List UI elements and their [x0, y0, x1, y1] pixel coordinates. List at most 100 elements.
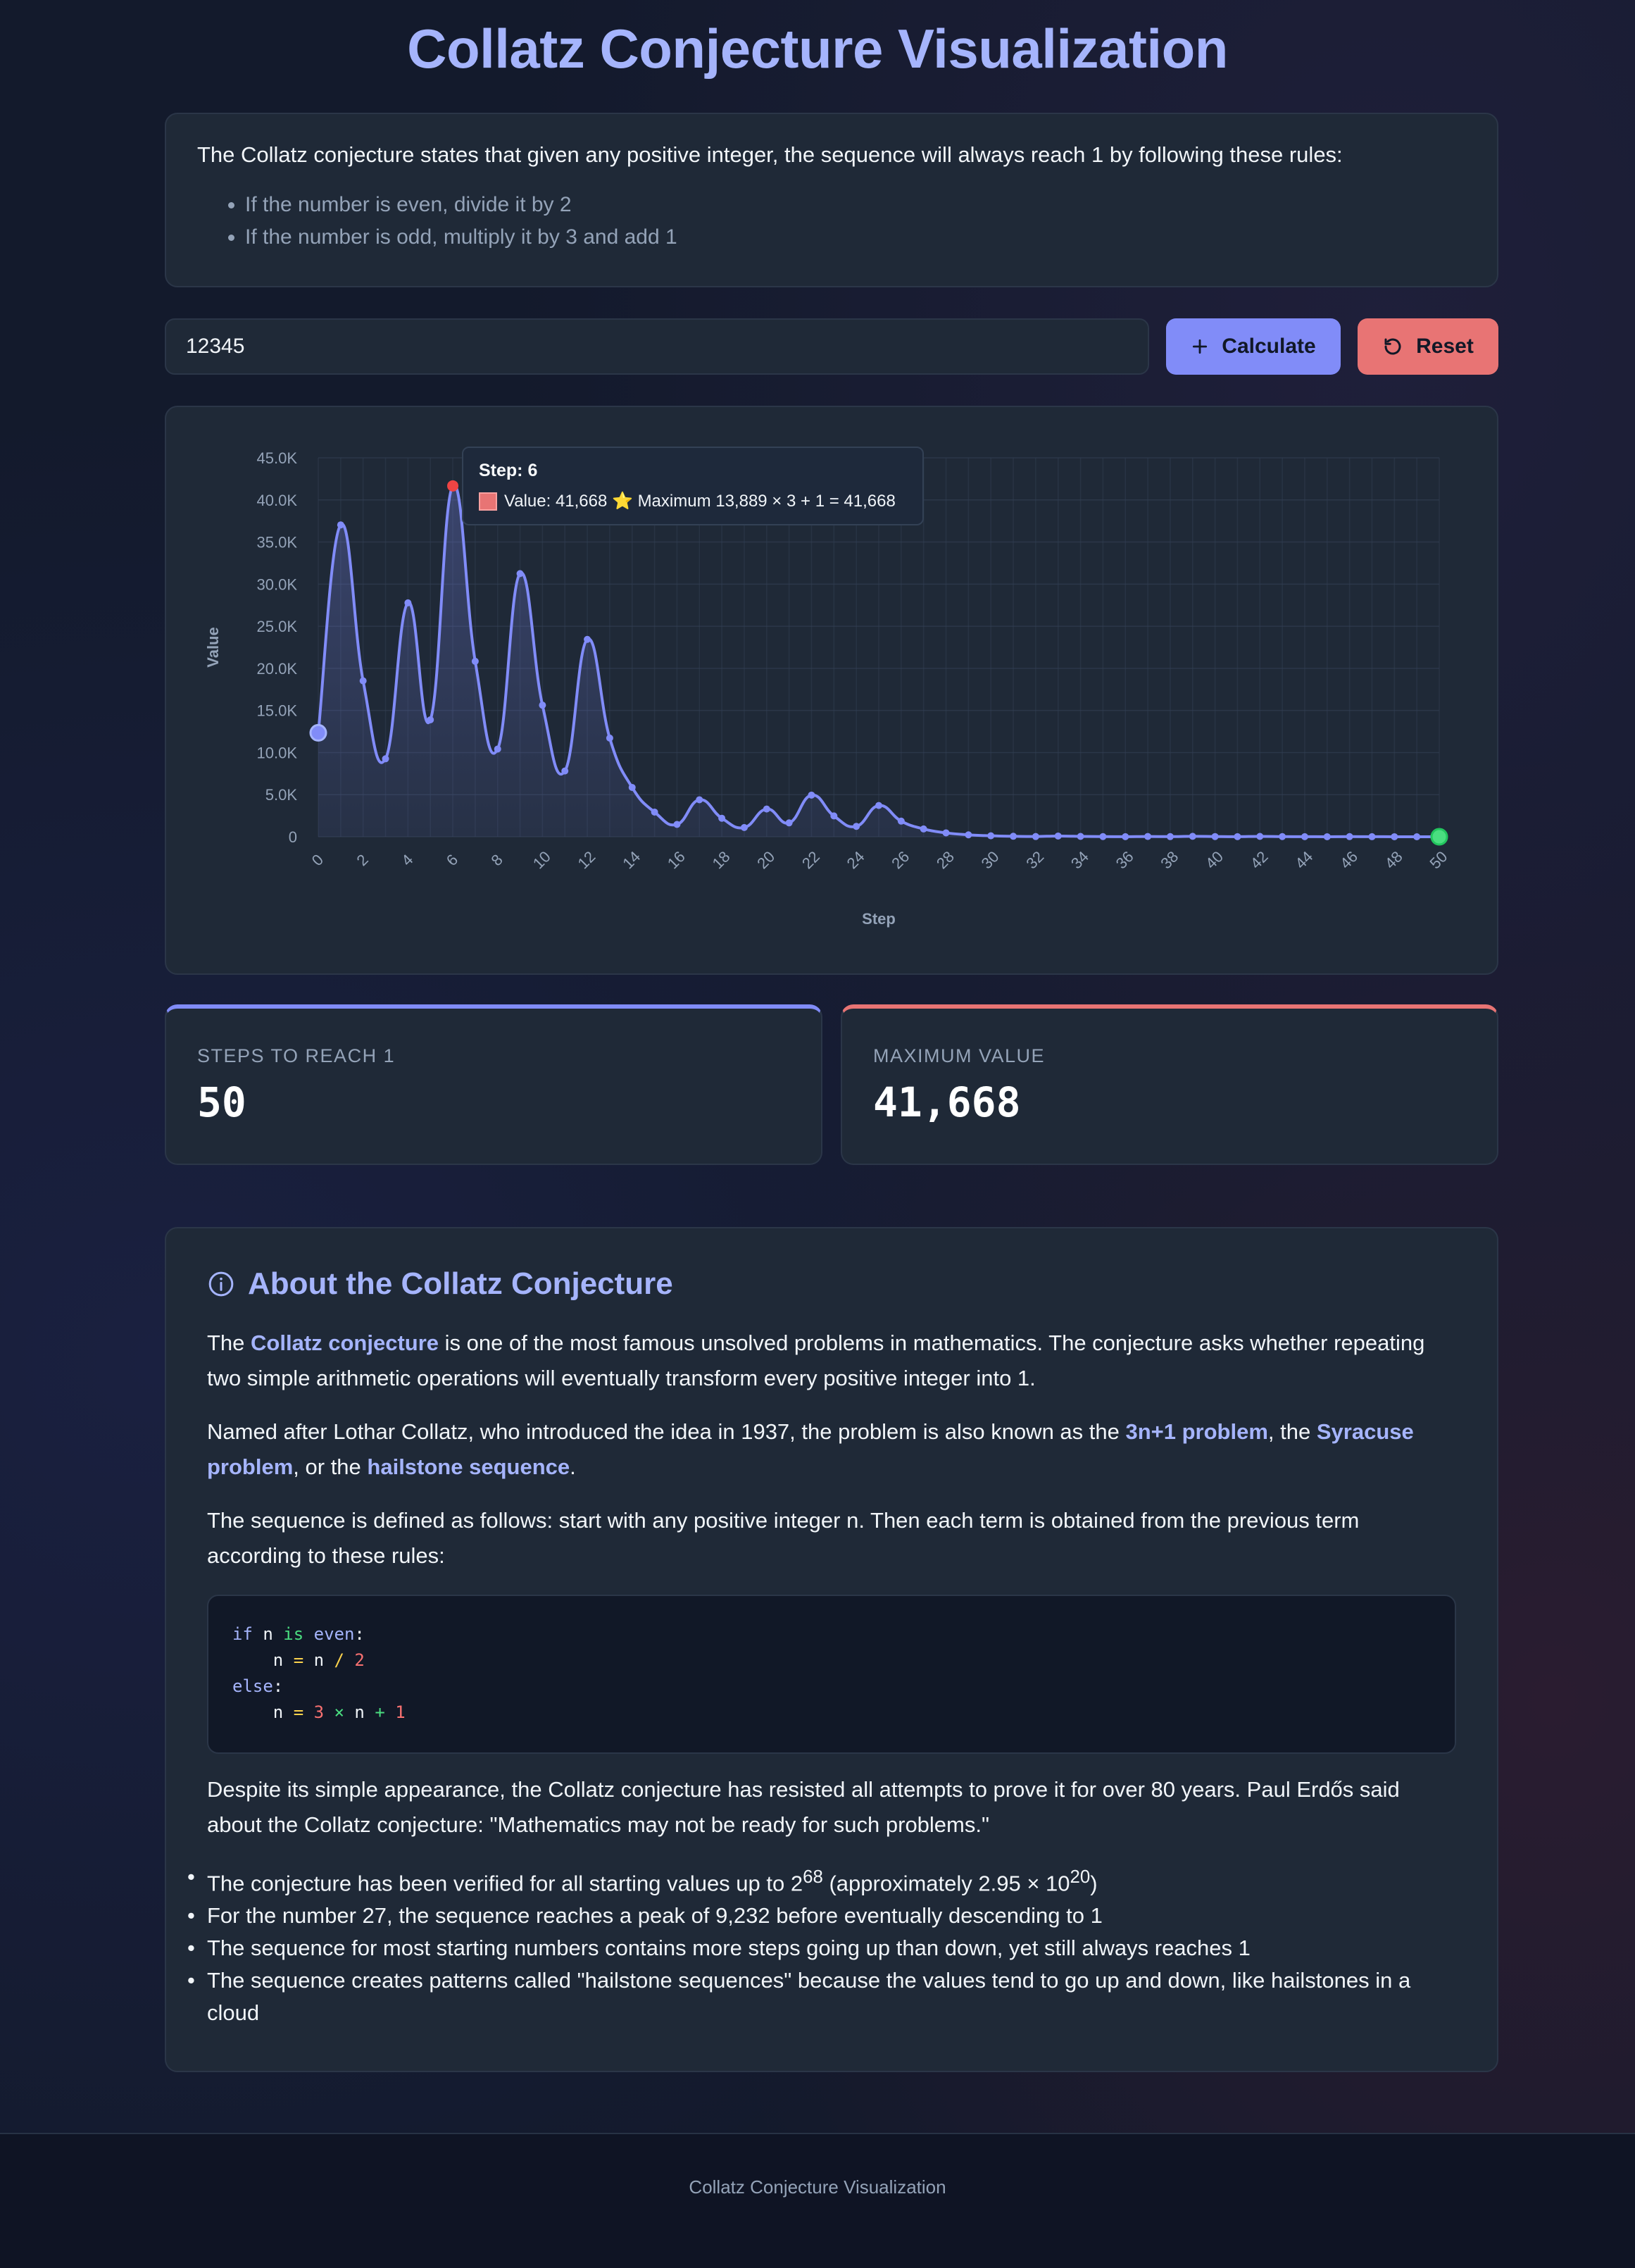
x-tick-label: 22 [798, 847, 823, 872]
data-point [359, 677, 367, 685]
x-tick-label: 34 [1067, 847, 1092, 872]
chart-card: 0 5.0K 10.0K 15.0K 20.0K 25.0K 30.0K 35.0K 40.0K… [165, 406, 1498, 975]
hailstone-link[interactable]: hailstone sequence [367, 1454, 570, 1479]
footer-text: Collatz Conjecture Visualization [689, 2176, 946, 2198]
data-point [987, 832, 995, 840]
data-point [1346, 833, 1353, 840]
data-point [785, 819, 793, 827]
controls-row: Calculate Reset [165, 318, 1498, 375]
about-paragraph-1: The Collatz conjecture is one of the mos… [207, 1326, 1456, 1396]
data-point [1234, 833, 1241, 840]
data-point [516, 570, 524, 578]
y-tick-label: 5.0K [265, 786, 298, 804]
data-point [337, 521, 344, 529]
y-tick-label: 40.0K [257, 492, 298, 509]
rule-odd: If the number is odd, multiply it by 3 a… [245, 221, 1466, 254]
p2-text-4: . [570, 1454, 576, 1479]
data-point [404, 599, 412, 606]
data-point [1010, 833, 1017, 840]
reset-label: Reset [1416, 335, 1474, 358]
x-tick-label: 0 [308, 851, 327, 869]
p2-text-2: , the [1267, 1419, 1317, 1444]
data-point [628, 783, 636, 791]
data-point [920, 825, 927, 833]
data-point [696, 796, 703, 804]
x-tick-label: 24 [844, 847, 868, 872]
end-point [1430, 828, 1448, 846]
data-point [808, 791, 815, 799]
rule-even: If the number is even, divide it by 2 [245, 189, 1466, 221]
chart-tooltip: Step: 6 Value: 41,668 ⭐ Maximum 13,889 ×… [462, 447, 924, 525]
data-point [382, 755, 389, 763]
code-line-1: if n is even: [232, 1624, 365, 1644]
fact-item: The conjecture has been verified for all… [187, 1861, 1456, 1900]
data-point [471, 657, 479, 665]
data-point [1211, 833, 1219, 840]
reset-icon [1384, 338, 1401, 355]
x-tick-label: 46 [1336, 847, 1361, 872]
code-block: if n is even: n = n / 2 else: n = 3 × n … [207, 1595, 1456, 1754]
data-point [1122, 833, 1129, 840]
x-tick-label: 36 [1113, 847, 1137, 872]
x-tick-label: 26 [888, 847, 913, 872]
footer: Collatz Conjecture Visualization [0, 2133, 1635, 2268]
max-label: MAXIMUM VALUE [873, 1045, 1046, 1066]
x-tick-label: 18 [709, 847, 734, 872]
y-tick-label: 10.0K [257, 744, 298, 761]
about-title: About the Collatz Conjecture [248, 1266, 673, 1301]
code-line-4: n = 3 × n + 1 [272, 1702, 406, 1722]
3n1-link[interactable]: 3n+1 problem [1125, 1419, 1267, 1444]
data-point [584, 635, 591, 643]
max-value: 41,668 [873, 1078, 1021, 1126]
data-point [740, 823, 748, 831]
plus-icon [1193, 339, 1208, 354]
x-tick-label: 40 [1202, 847, 1227, 872]
x-tick-label: 6 [443, 851, 461, 869]
fact-item: The sequence creates patterns called "ha… [187, 1964, 1456, 2029]
fact-item: The sequence for most starting numbers c… [187, 1932, 1456, 1964]
x-axis-label: Step [862, 910, 896, 928]
data-point [1279, 833, 1286, 840]
data-point [1144, 833, 1152, 840]
calculate-label: Calculate [1222, 335, 1316, 358]
about-card: About the Collatz Conjecture The Collatz… [165, 1227, 1498, 2072]
number-input[interactable] [165, 318, 1149, 375]
data-point [673, 821, 681, 828]
intro-text: The Collatz conjecture states that given… [197, 142, 1343, 167]
x-tick-label: 16 [664, 847, 689, 872]
data-point [1189, 833, 1196, 840]
y-axis-label: Value [204, 627, 222, 667]
about-paragraph-3: The sequence is defined as follows: star… [207, 1508, 1360, 1568]
data-point [763, 805, 770, 813]
data-point [942, 829, 950, 837]
max-point [447, 480, 459, 492]
fact-item: For the number 27, the sequence reaches … [187, 1900, 1456, 1932]
data-point [1032, 833, 1039, 840]
x-tick-label: 30 [978, 847, 1003, 872]
reset-button[interactable]: Reset [1358, 318, 1498, 375]
code-line-3: else: [232, 1676, 284, 1696]
data-point [606, 734, 613, 742]
y-tick-label: 0 [289, 828, 297, 846]
data-point [494, 745, 501, 753]
x-tick-label: 20 [753, 847, 778, 872]
calculate-button[interactable]: Calculate [1166, 318, 1341, 375]
data-point [1166, 833, 1174, 840]
data-point [427, 716, 434, 723]
data-point [1323, 833, 1331, 840]
start-point [309, 723, 327, 742]
y-tick-label: 20.0K [257, 660, 298, 678]
rules-list: If the number is even, divide it by 2 If… [197, 189, 1466, 254]
about-paragraph-4: Despite its simple appearance, the Colla… [207, 1777, 1400, 1837]
collatz-link[interactable]: Collatz conjecture [251, 1331, 439, 1355]
page-title: Collatz Conjecture Visualization [407, 18, 1228, 80]
x-tick-label: 2 [353, 851, 371, 869]
tooltip-text: Value: 41,668 ⭐ Maximum 13,889 × 3 + 1 =… [504, 492, 896, 511]
code-line-2: n = n / 2 [272, 1650, 365, 1670]
x-tick-label: 50 [1426, 847, 1451, 872]
data-point [1256, 833, 1264, 840]
tooltip-swatch [479, 492, 497, 511]
x-tick-label: 8 [487, 851, 506, 869]
about-paragraph-2: Named after Lothar Collatz, who introduc… [207, 1414, 1456, 1485]
y-tick-label: 45.0K [257, 449, 298, 467]
